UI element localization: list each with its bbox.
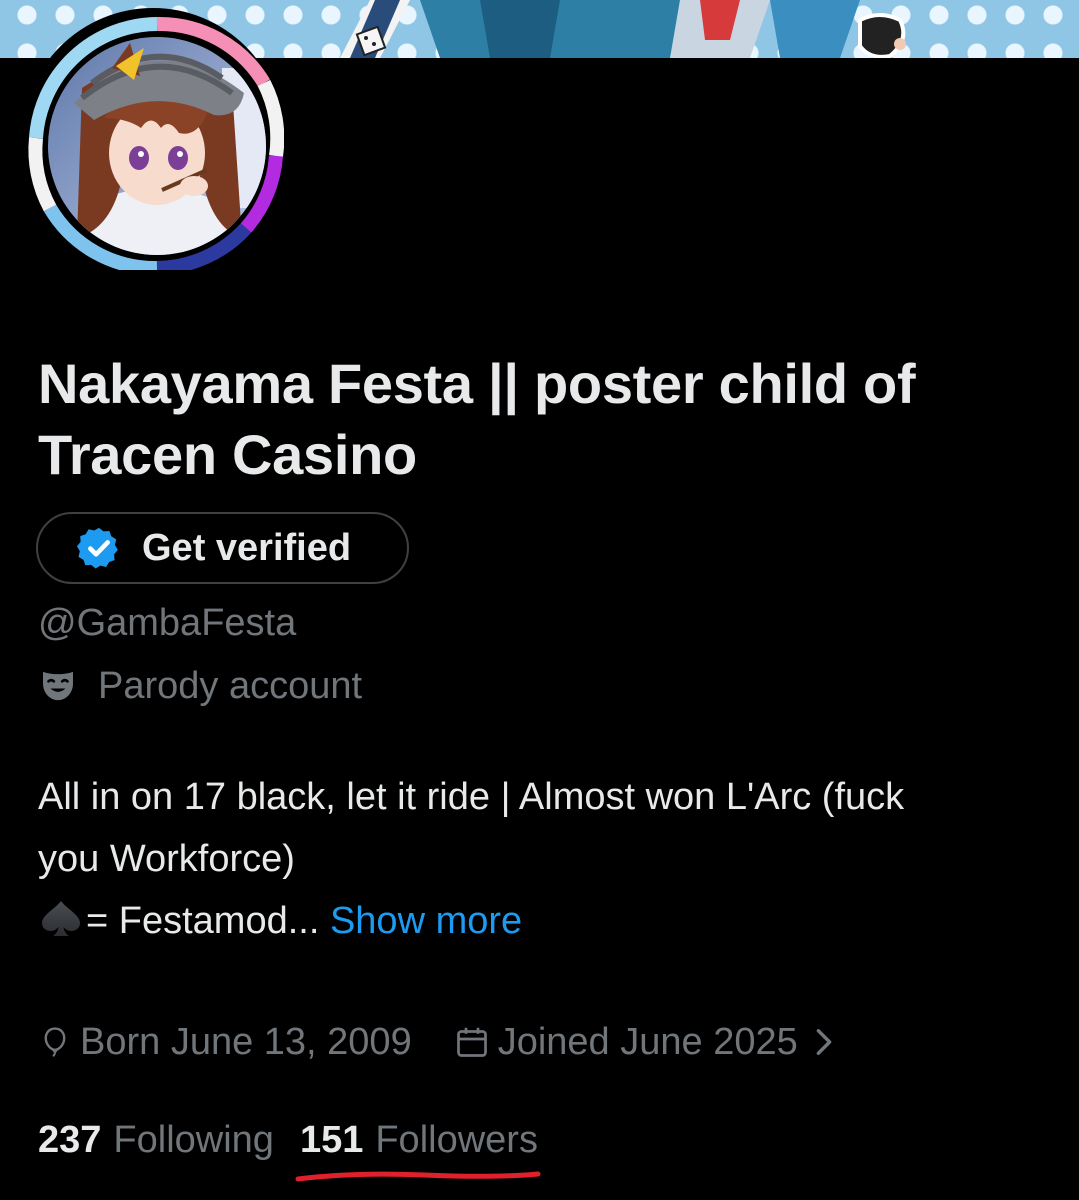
parody-account-text: Parody account [98, 664, 363, 707]
birthday-item: Born June 13, 2009 [38, 1021, 412, 1064]
show-more-link[interactable]: Show more [330, 900, 522, 942]
profile-meta: Born June 13, 2009 Joined June 2025 [38, 1016, 842, 1068]
profile-page: Nakayama Festa || poster child of Tracen… [0, 0, 1079, 1200]
theater-mask-icon [43, 671, 73, 701]
following-link[interactable]: 237 Following [38, 1119, 274, 1162]
chevron-right-icon [816, 1029, 832, 1055]
get-verified-button[interactable]: Get verified [36, 512, 409, 584]
bio-line-1: All in on 17 black, let it ride | Almost… [38, 776, 905, 818]
joined-date-item[interactable]: Joined June 2025 [454, 1021, 842, 1064]
calendar-icon [456, 1027, 487, 1057]
spade-icon [42, 901, 80, 936]
display-name: Nakayama Festa || poster child of Tracen… [38, 348, 1048, 490]
balloon-icon [44, 1027, 66, 1057]
bio-line-3-text: = Festamod... [86, 900, 320, 942]
following-count: 237 [38, 1118, 102, 1161]
bio-line-3: = Festamod... Show more [38, 890, 1048, 952]
birthday-text: Born June 13, 2009 [80, 1020, 412, 1063]
display-name-line-1: Nakayama Festa || poster child of [38, 352, 916, 415]
banner-illustration [340, 0, 906, 58]
following-label: Following [113, 1118, 274, 1161]
verified-badge-icon [76, 527, 118, 569]
joined-text: Joined June 2025 [497, 1020, 798, 1063]
followers-label: Followers [375, 1118, 538, 1161]
profile-bio: All in on 17 black, let it ride | Almost… [38, 766, 1048, 952]
parody-account-label[interactable]: Parody account [38, 660, 362, 712]
follow-stats: 237 Following 151 Followers [38, 1112, 541, 1181]
display-name-line-2: Tracen Casino [38, 423, 417, 486]
followers-count: 151 [299, 1118, 364, 1161]
bio-line-2: you Workforce) [38, 838, 295, 880]
followers-link[interactable]: 151 Followers [295, 1118, 541, 1181]
profile-handle: @GambaFesta [38, 602, 297, 644]
profile-avatar[interactable] [22, 8, 284, 270]
get-verified-label: Get verified [142, 526, 352, 569]
red-annotation-underline [295, 1171, 541, 1181]
